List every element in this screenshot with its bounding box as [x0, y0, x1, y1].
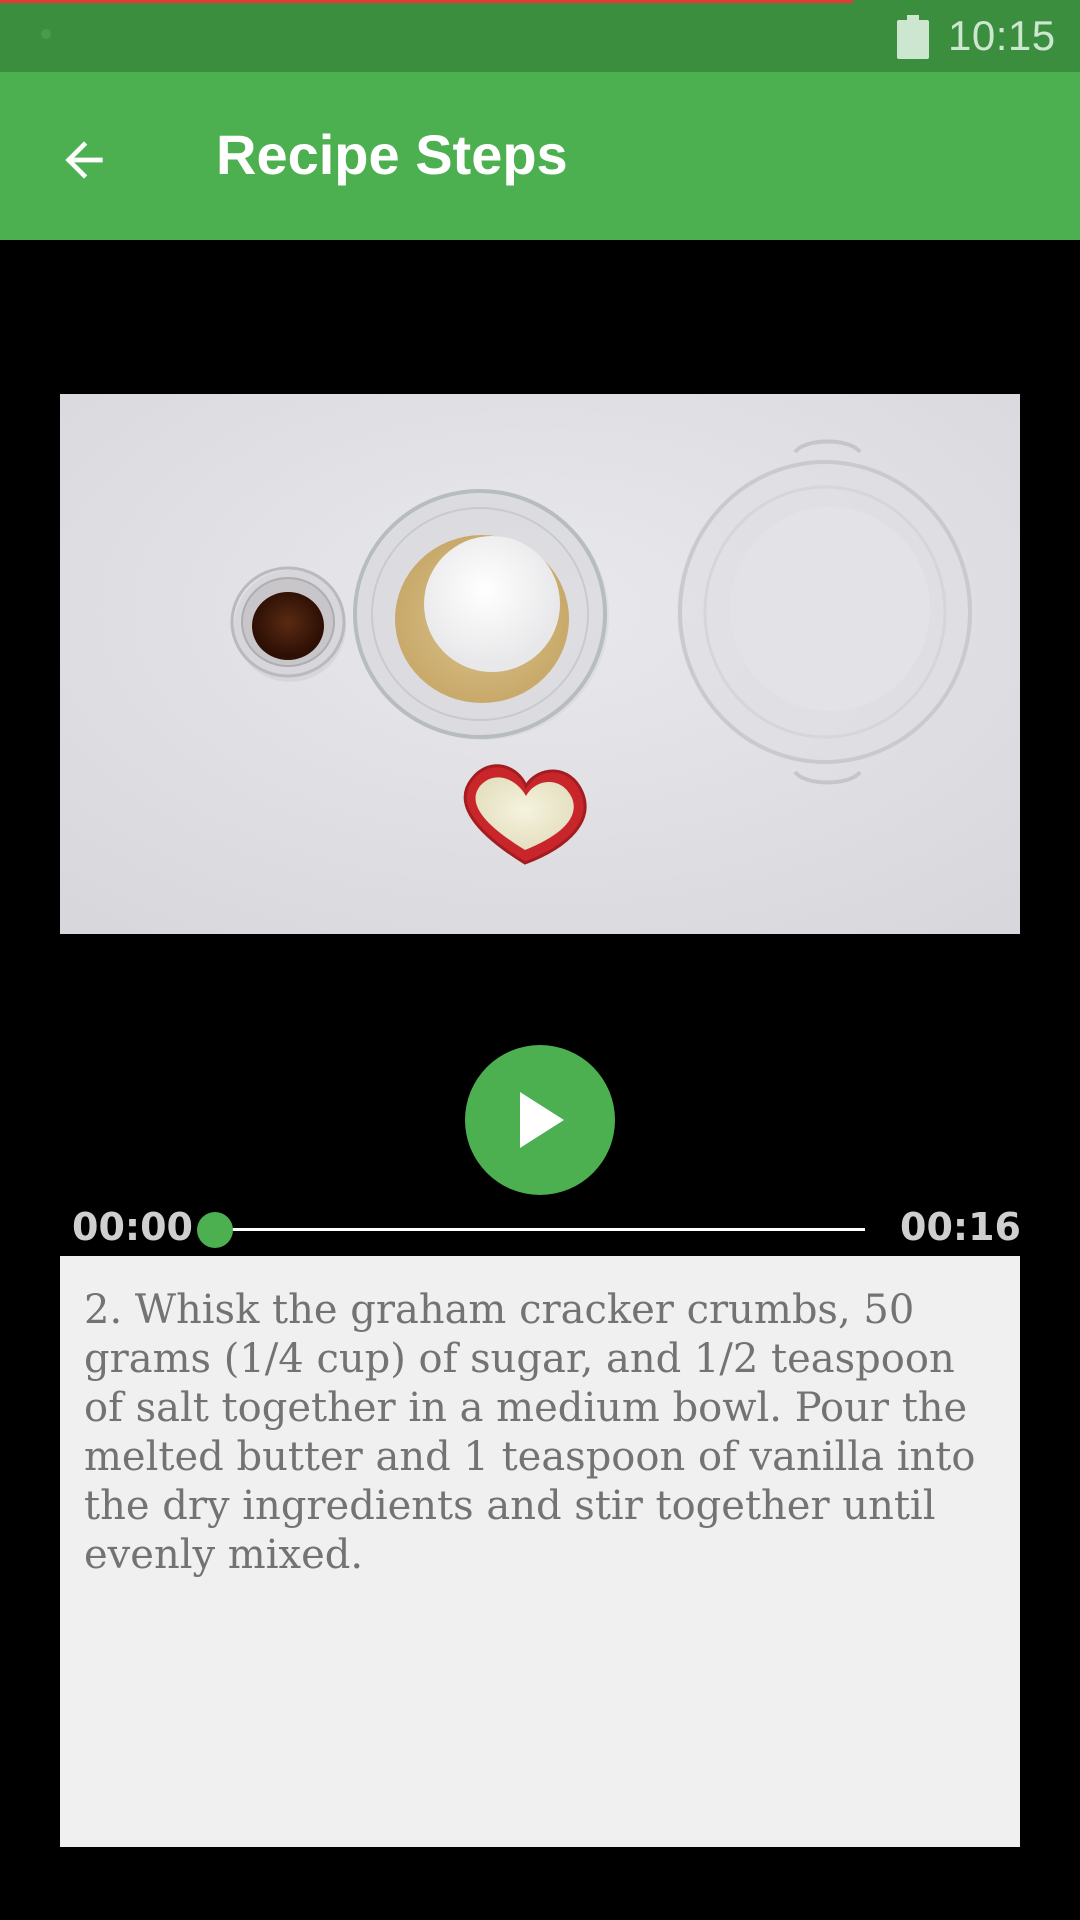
arrow-left-icon	[65, 141, 103, 179]
total-duration: 00:16	[900, 1205, 1021, 1249]
page-title: Recipe Steps	[216, 123, 568, 186]
status-bar: 10:15	[0, 0, 1080, 72]
step-description-card: 2. Whisk the graham cracker crumbs, 50 g…	[60, 1256, 1020, 1847]
play-icon	[520, 1092, 564, 1148]
notification-progress-line	[0, 0, 853, 3]
battery-icon	[897, 15, 929, 59]
seek-bar[interactable]	[215, 1228, 865, 1231]
seek-thumb[interactable]	[197, 1212, 233, 1248]
current-time: 00:00	[72, 1205, 193, 1249]
back-button[interactable]	[40, 116, 128, 204]
video-thumbnail-image	[60, 394, 1020, 934]
step-description: 2. Whisk the graham cracker crumbs, 50 g…	[84, 1287, 976, 1578]
status-time: 10:15	[948, 12, 1056, 59]
app-bar: Recipe Steps	[0, 72, 1080, 240]
video-player-surface[interactable]	[60, 394, 1020, 934]
notification-dot-icon	[41, 29, 51, 39]
play-button[interactable]	[465, 1045, 615, 1195]
